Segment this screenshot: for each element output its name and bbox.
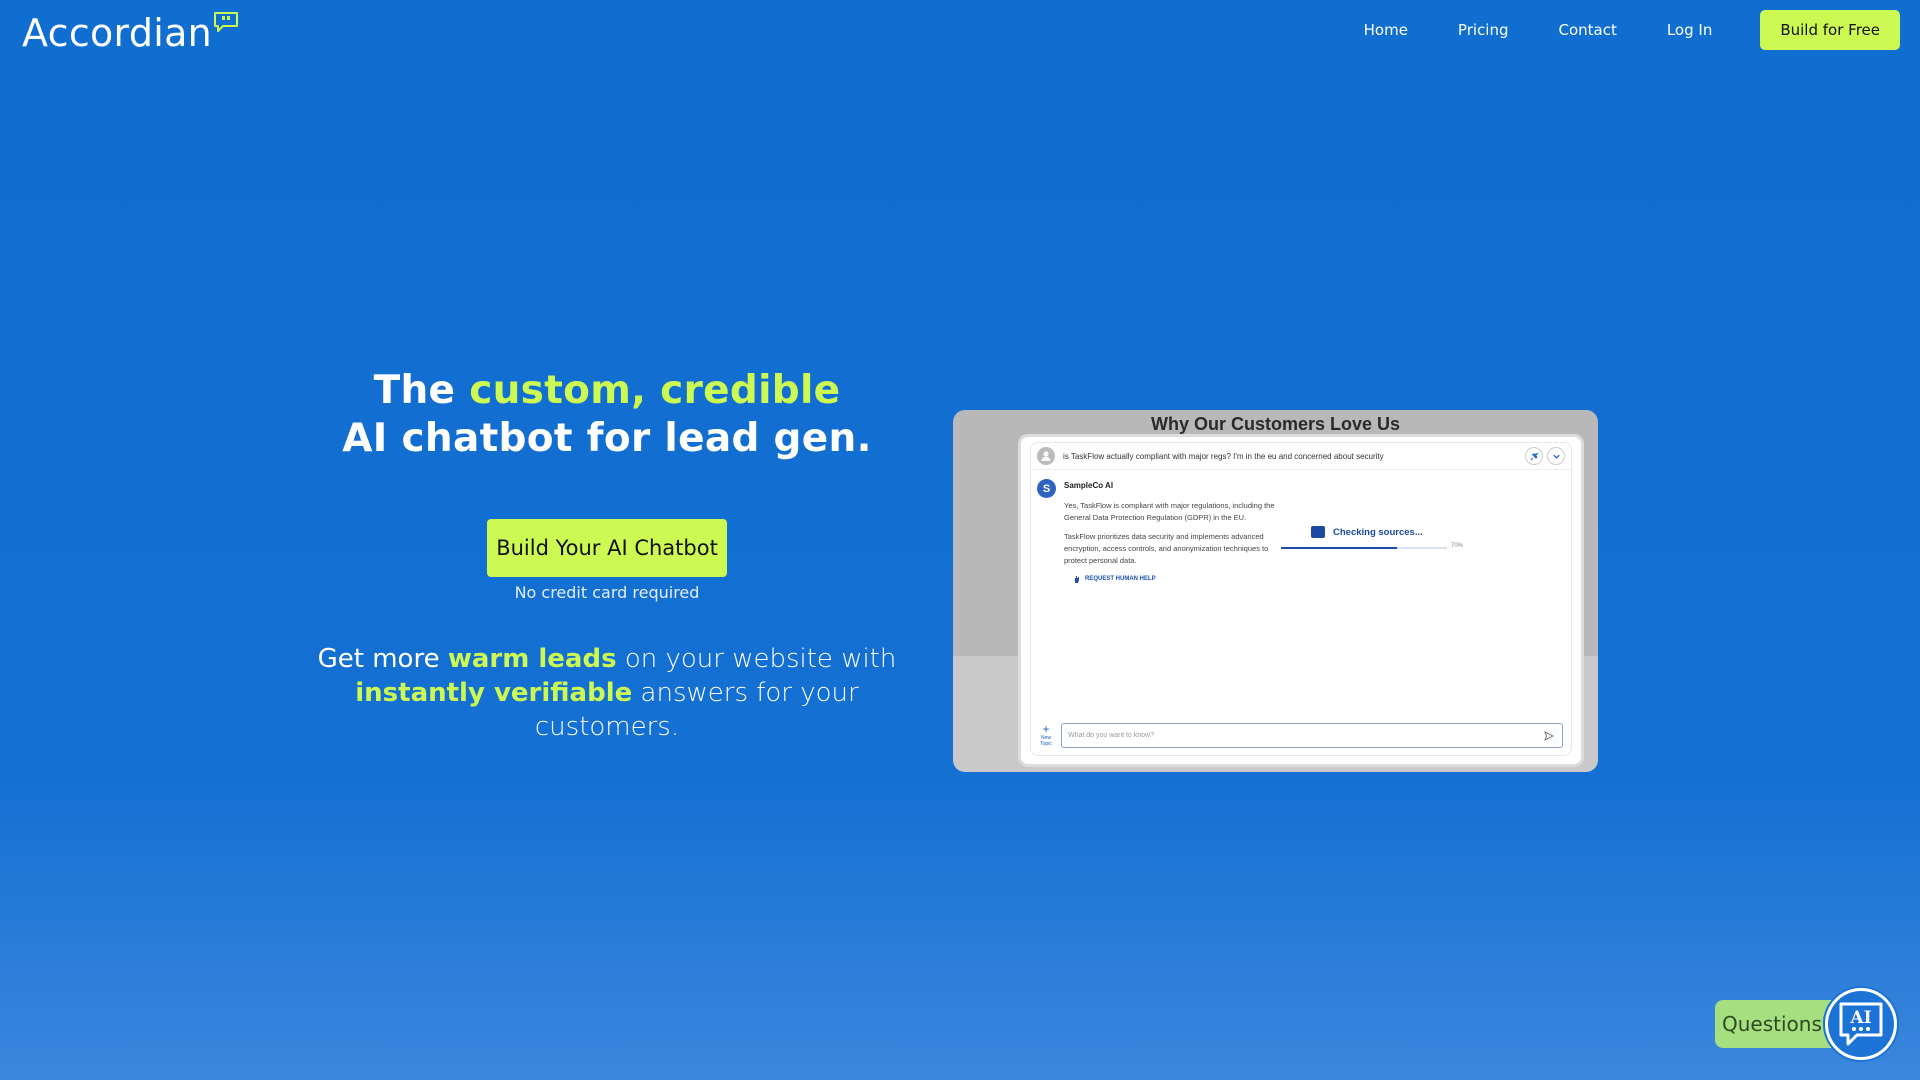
hero-headline: The custom, credible AI chatbot for lead… bbox=[307, 367, 907, 463]
sub-highlight-1: warm leads bbox=[447, 644, 617, 674]
no-credit-card-note: No credit card required bbox=[514, 583, 700, 602]
chatbot-demo: Why Our Customers Love Us is TaskFlow ac… bbox=[953, 410, 1598, 772]
user-question-row: is TaskFlow actually compliant with majo… bbox=[1031, 443, 1571, 470]
nav-home[interactable]: Home bbox=[1364, 21, 1408, 39]
new-topic-button[interactable]: + New Topic bbox=[1037, 723, 1055, 747]
source-progress-bar bbox=[1281, 547, 1447, 549]
user-icon bbox=[1037, 447, 1055, 465]
logo[interactable]: Accordian bbox=[22, 10, 239, 56]
chat-window: is TaskFlow actually compliant with majo… bbox=[1018, 434, 1584, 767]
request-human-help-label: REQUEST HUMAN HELP bbox=[1085, 576, 1156, 582]
checking-sources-status: Checking sources... bbox=[1311, 526, 1423, 538]
hand-icon bbox=[1075, 576, 1079, 583]
ai-name: SampleCo AI bbox=[1064, 481, 1114, 490]
nav-pricing[interactable]: Pricing bbox=[1458, 21, 1509, 39]
plus-icon: + bbox=[1042, 722, 1050, 736]
source-progress-fill bbox=[1281, 547, 1398, 549]
build-chatbot-button[interactable]: Build Your AI Chatbot bbox=[487, 519, 727, 577]
nav-contact[interactable]: Contact bbox=[1558, 21, 1616, 39]
ai-chat-launcher[interactable]: AI bbox=[1823, 986, 1899, 1062]
new-topic-label: New Topic bbox=[1040, 735, 1052, 747]
top-nav: Home Pricing Contact Log In Build for Fr… bbox=[1364, 0, 1900, 60]
sub-part-2: on your website with bbox=[616, 644, 897, 674]
headline-highlight: custom, credible bbox=[469, 368, 841, 413]
ai-avatar: S bbox=[1037, 479, 1056, 498]
chevron-down-icon[interactable] bbox=[1547, 447, 1565, 465]
chat-input[interactable]: What do you want to know? bbox=[1061, 723, 1563, 748]
request-human-help-button[interactable]: REQUEST HUMAN HELP bbox=[1073, 575, 1156, 583]
ai-answer-paragraph-2: TaskFlow prioritizes data security and i… bbox=[1064, 532, 1269, 565]
chat-input-row: + New Topic What do you want to know? bbox=[1031, 717, 1571, 755]
speech-bubble-icon bbox=[214, 12, 239, 32]
logo-text: Accordian bbox=[22, 11, 213, 55]
send-icon[interactable] bbox=[1544, 731, 1554, 741]
sub-part-1: Get more bbox=[317, 644, 448, 674]
checking-sources-label: Checking sources... bbox=[1333, 526, 1423, 538]
ai-chat-icon: AI bbox=[1828, 991, 1894, 1057]
document-icon bbox=[1311, 526, 1325, 538]
nav-login[interactable]: Log In bbox=[1667, 21, 1713, 39]
headline-part-2: AI chatbot for lead gen. bbox=[342, 416, 872, 461]
build-for-free-button[interactable]: Build for Free bbox=[1760, 10, 1900, 50]
pin-icon[interactable] bbox=[1525, 447, 1543, 465]
headline-part-1: The bbox=[373, 368, 470, 413]
chat-panel: is TaskFlow actually compliant with majo… bbox=[1030, 442, 1572, 756]
hero-section: The custom, credible AI chatbot for lead… bbox=[307, 367, 907, 744]
sub-highlight-2: instantly verifiable bbox=[355, 678, 633, 708]
hero-subheadline: Get more warm leads on your website with… bbox=[307, 642, 907, 744]
ai-answer-paragraph-1: Yes, TaskFlow is compliant with major re… bbox=[1064, 501, 1275, 522]
source-progress-percent: 70% bbox=[1451, 543, 1464, 549]
chat-input-placeholder: What do you want to know? bbox=[1068, 732, 1154, 739]
user-question: is TaskFlow actually compliant with majo… bbox=[1063, 451, 1384, 461]
ai-badge-text: AI bbox=[1849, 1008, 1871, 1028]
